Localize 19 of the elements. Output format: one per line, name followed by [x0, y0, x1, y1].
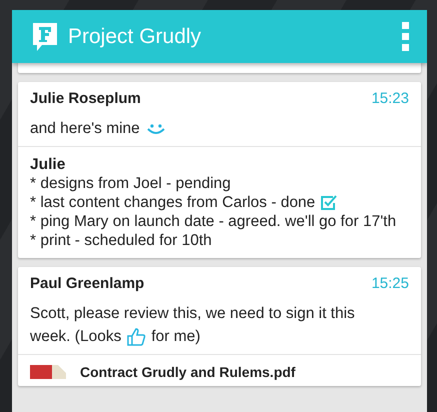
note-line: * designs from Joel - pending [30, 175, 231, 192]
author-name: Paul Greenlamp [30, 275, 144, 292]
note-line: * last content changes from Carlos - done [30, 194, 316, 211]
thumbs-up-icon [126, 328, 146, 346]
note-line: * print - scheduled for 10th [30, 232, 212, 249]
smiley-icon [144, 122, 167, 134]
pdf-file-icon [30, 365, 66, 379]
logo-icon [32, 22, 58, 52]
message-text: week. (Looks [30, 327, 122, 347]
note-title: Julie [30, 155, 66, 174]
message-text: for me) [151, 327, 200, 347]
note-line: * ping Mary on launch date - agreed. we'll go for 17'th [30, 213, 396, 230]
message-time: 15:23 [371, 90, 409, 107]
message-text: and here's mine [30, 119, 140, 139]
author-name: Julie Roseplum [30, 90, 141, 107]
app-title: Project Grudly [68, 24, 202, 48]
message-text: Scott, please review this, we need to sign it this [30, 304, 355, 324]
message-time: 15:25 [371, 275, 409, 292]
attachment-name[interactable]: Contract Grudly and Rulems.pdf [80, 364, 296, 380]
